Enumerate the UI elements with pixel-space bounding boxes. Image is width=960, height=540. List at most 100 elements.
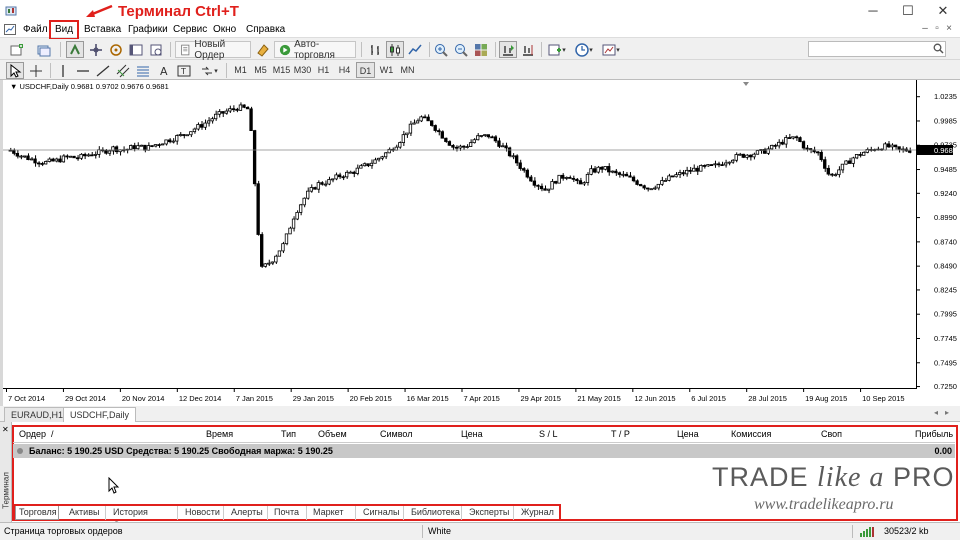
chart-window[interactable]: ▼ USDCHF,Daily 0.9681 0.9702 0.9676 0.96… — [0, 80, 960, 406]
col-tp[interactable]: T / P — [611, 429, 630, 439]
terminal-tab-exposure[interactable]: Активы — [66, 506, 106, 520]
terminal-tab-market[interactable]: Маркет 56 — [310, 506, 356, 530]
tabs-scroll-right-icon[interactable]: ▸ — [945, 408, 949, 417]
close-button[interactable]: ✕ — [928, 3, 958, 19]
timeframe-m5[interactable]: M5 — [251, 62, 270, 78]
arrows-menu-button[interactable]: ▾ — [196, 62, 222, 79]
x-tick-label: 29 Apr 2015 — [520, 394, 560, 403]
col-sl[interactable]: S / L — [539, 429, 558, 439]
cursor-tool-button[interactable] — [6, 62, 24, 79]
chart-shift-button[interactable] — [519, 41, 537, 58]
horizontal-line-button[interactable] — [74, 62, 92, 79]
candle-body — [422, 116, 427, 119]
zoom-in-button[interactable] — [432, 41, 450, 58]
strategy-tester-button[interactable] — [147, 41, 165, 58]
terminal-tab-journal[interactable]: Журнал — [518, 506, 556, 520]
terminal-tab-signals[interactable]: Сигналы — [360, 506, 404, 520]
terminal-close-icon[interactable]: ✕ — [2, 425, 9, 434]
menu-insert[interactable]: Вставка — [81, 23, 124, 37]
timeframe-m15[interactable]: M15 — [272, 62, 291, 78]
line-chart-button[interactable] — [406, 41, 424, 58]
templates-button[interactable]: ▾ — [599, 41, 623, 58]
vertical-line-button[interactable] — [54, 62, 72, 79]
channel-button[interactable] — [114, 62, 132, 79]
y-tick-mark — [916, 337, 920, 339]
candle-body — [398, 142, 402, 148]
col-swap[interactable]: Своп — [821, 429, 842, 439]
chart-tab-usdchf[interactable]: USDCHF,Daily — [63, 407, 137, 422]
indicators-button[interactable]: ▾ — [545, 41, 569, 58]
menu-file[interactable]: Файл — [20, 23, 51, 37]
menu-window[interactable]: Окно — [210, 23, 239, 37]
maximize-button[interactable]: ☐ — [893, 3, 923, 19]
candle-body — [26, 155, 30, 161]
col-commission[interactable]: Комиссия — [731, 429, 771, 439]
tabs-scroll-left-icon[interactable]: ◂ — [934, 408, 938, 417]
timeframe-mn[interactable]: MN — [398, 62, 417, 78]
timeframe-h1[interactable]: H1 — [314, 62, 333, 78]
menu-help[interactable]: Справка — [243, 23, 288, 37]
terminal-tab-account-history[interactable]: История Счета — [110, 506, 178, 530]
col-current-price[interactable]: Цена — [677, 429, 699, 439]
col-volume[interactable]: Объем — [318, 429, 347, 439]
autoscroll-button[interactable] — [499, 41, 517, 58]
tile-windows-button[interactable] — [472, 41, 490, 58]
profiles-button[interactable] — [33, 41, 55, 58]
data-window-button[interactable] — [87, 41, 105, 58]
terminal-tab-trade[interactable]: Торговля — [15, 506, 59, 520]
search-input[interactable] — [808, 41, 946, 57]
col-order[interactable]: Ордер — [19, 429, 46, 439]
candle-body — [699, 165, 703, 172]
timeframe-m1[interactable]: M1 — [231, 62, 250, 78]
timeframe-d1[interactable]: D1 — [356, 62, 375, 78]
periods-button[interactable]: ▾ — [572, 41, 596, 58]
zoom-out-button[interactable] — [452, 41, 470, 58]
candlestick-button[interactable] — [386, 41, 404, 58]
candle-body — [298, 204, 303, 213]
candle-body — [745, 154, 749, 158]
market-watch-button[interactable] — [66, 41, 84, 58]
terminal-tab-code-base[interactable]: Библиотека — [408, 506, 462, 520]
auto-trading-button[interactable]: Авто-торговля — [274, 39, 356, 61]
menu-charts[interactable]: Графики — [125, 23, 171, 37]
col-symbol[interactable]: Символ — [380, 429, 412, 439]
terminal-tab-mailbox[interactable]: Почта — [271, 506, 307, 520]
terminal-tab-news[interactable]: Новости — [182, 506, 224, 520]
terminal-tab-experts[interactable]: Эксперты — [466, 506, 514, 520]
timeframe-m30[interactable]: M30 — [293, 62, 312, 78]
crosshair-tool-button[interactable] — [27, 62, 45, 79]
candlestick-icon — [390, 43, 400, 56]
balance-row[interactable]: Баланс: 5 190.25 USD Средства: 5 190.25 … — [13, 444, 955, 458]
cursor-arrow-icon — [10, 63, 22, 78]
timeframe-w1[interactable]: W1 — [377, 62, 396, 78]
text-tool-button[interactable]: A — [155, 62, 173, 79]
terminal-button[interactable] — [127, 41, 145, 58]
search-icon[interactable] — [933, 43, 944, 54]
new-order-button[interactable]: Новый Ордер — [175, 39, 251, 61]
col-profit[interactable]: Прибыль — [915, 429, 953, 439]
terminal-tab-alerts[interactable]: Алерты — [228, 506, 268, 520]
annotation-label: Терминал Ctrl+T — [118, 3, 239, 20]
status-profile[interactable]: White — [428, 526, 451, 536]
candle-body — [263, 263, 267, 267]
bar-chart-button[interactable] — [366, 41, 384, 58]
timeframe-h4[interactable]: H4 — [335, 62, 354, 78]
label-tool-button[interactable]: T — [175, 62, 193, 79]
menu-view[interactable]: Вид — [49, 20, 80, 40]
metaeditor-button[interactable] — [254, 41, 272, 58]
x-tick-mark — [632, 388, 634, 392]
col-price[interactable]: Цена — [461, 429, 483, 439]
minimize-button[interactable]: ─ — [858, 3, 888, 19]
chart-tab-euraud[interactable]: EURAUD,H1 — [4, 407, 71, 422]
menu-tools[interactable]: Сервис — [170, 23, 210, 37]
col-type[interactable]: Тип — [281, 429, 296, 439]
mdi-close-button[interactable]: × — [942, 23, 956, 34]
trendline-button[interactable] — [94, 62, 112, 79]
navigator-button[interactable] — [107, 41, 125, 58]
col-time[interactable]: Время — [206, 429, 233, 439]
y-tick-label: 0.9985 — [934, 116, 957, 125]
crosshair-move-icon — [90, 43, 102, 56]
price-chart[interactable]: ▼ USDCHF,Daily 0.9681 0.9702 0.9676 0.96… — [3, 80, 960, 406]
new-chart-button[interactable] — [6, 41, 28, 58]
fibonacci-button[interactable] — [134, 62, 152, 79]
